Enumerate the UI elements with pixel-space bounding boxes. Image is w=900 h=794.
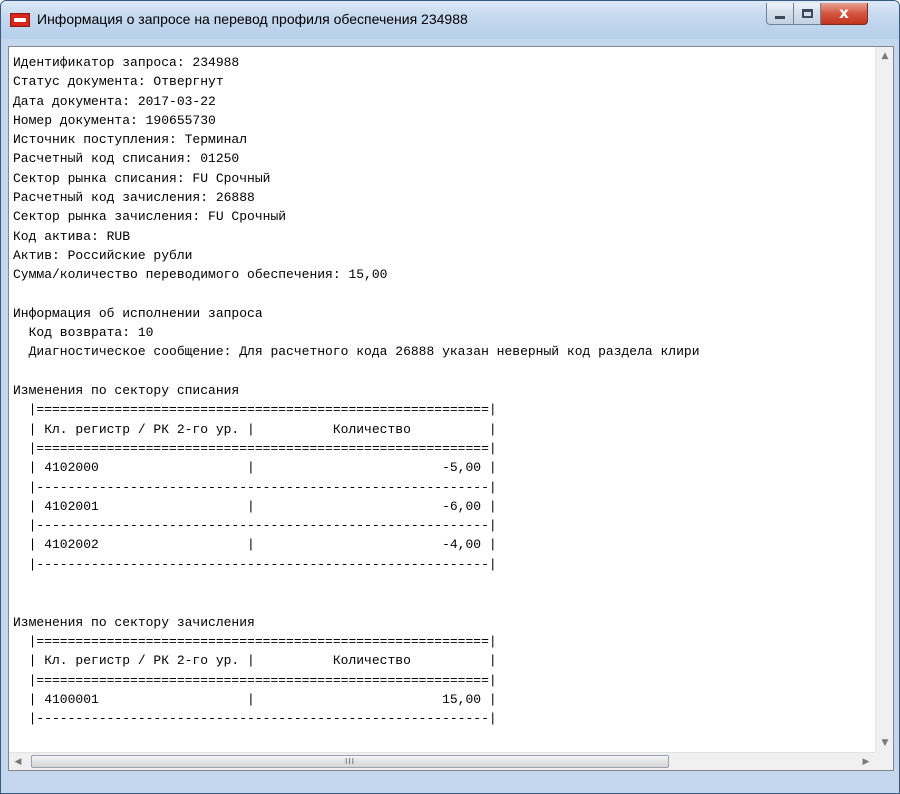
report-line: Расчетный код зачисления: 26888: [13, 190, 255, 206]
maximize-icon: [801, 9, 813, 18]
report-line: | 4102002 | -4,00 |: [13, 537, 497, 553]
report-line: |---------------------------------------…: [13, 518, 497, 534]
report-line: Расчетный код списания: 01250: [13, 151, 240, 167]
report-content: Идентификатор запроса: 234988 Статус док…: [9, 47, 875, 752]
scrollbar-corner: [875, 752, 893, 770]
app-icon[interactable]: [10, 13, 30, 27]
report-line: Сектор рынка зачисления: FU Срочный: [13, 209, 287, 225]
report-line: | 4100001 | 15,00 |: [13, 691, 497, 707]
close-button[interactable]: x: [821, 3, 868, 25]
maximize-button[interactable]: [794, 3, 821, 25]
scroll-right-icon[interactable]: ▶: [857, 753, 875, 771]
report-text-area[interactable]: Идентификатор запроса: 234988 Статус док…: [8, 46, 894, 771]
vertical-scrollbar[interactable]: ▲ ▼: [875, 47, 893, 752]
report-line: |=======================================…: [13, 672, 497, 688]
report-line: | Кл. регистр / РК 2-го ур. | Количество…: [13, 653, 497, 669]
report-line: Изменения по сектору зачисления: [13, 614, 255, 630]
report-line: Идентификатор запроса: 234988: [13, 55, 240, 70]
report-line: Диагностическое сообщение: Для расчетног…: [13, 344, 700, 360]
report-line: Код возврата: 10: [13, 325, 154, 341]
report-line: Номер документа: 190655730: [13, 112, 216, 128]
report-line: Дата документа: 2017-03-22: [13, 93, 216, 109]
report-line: Актив: Российские рубли: [13, 247, 193, 263]
report-line: Код актива: RUB: [13, 228, 131, 244]
report-line: Информация об исполнении запроса: [13, 305, 263, 321]
report-line: Сектор рынка списания: FU Срочный: [13, 170, 271, 186]
horizontal-scroll-thumb[interactable]: III: [31, 755, 669, 768]
scroll-down-icon[interactable]: ▼: [876, 734, 894, 752]
report-line: |=======================================…: [13, 633, 497, 649]
horizontal-scrollbar[interactable]: ◀ III ▶: [9, 752, 875, 770]
report-line: | Кл. регистр / РК 2-го ур. | Количество…: [13, 421, 497, 437]
close-icon: x: [839, 4, 849, 22]
report-line: Источник поступления: Терминал: [13, 132, 248, 148]
report-line: |---------------------------------------…: [13, 556, 497, 572]
report-line: | 4102001 | -6,00 |: [13, 498, 497, 514]
report-line: |=======================================…: [13, 440, 497, 456]
minimize-button[interactable]: [766, 3, 794, 25]
thumb-grip-icon: III: [344, 757, 356, 766]
report-line: Изменения по сектору списания: [13, 383, 240, 399]
report-line: |---------------------------------------…: [13, 479, 497, 495]
report-line: Сумма/количество переводимого обеспечени…: [13, 267, 388, 283]
scroll-up-icon[interactable]: ▲: [876, 47, 894, 65]
report-line: |=======================================…: [13, 402, 497, 418]
window-title: Информация о запросе на перевод профиля …: [37, 11, 468, 27]
minimize-icon: [775, 16, 785, 19]
report-line: Статус документа: Отвергнут: [13, 74, 224, 90]
scroll-left-icon[interactable]: ◀: [9, 753, 27, 771]
dialog-window: Информация о запросе на перевод профиля …: [0, 0, 900, 794]
report-text: Идентификатор запроса: 234988 Статус док…: [13, 53, 700, 728]
title-bar[interactable]: Информация о запросе на перевод профиля …: [1, 1, 899, 39]
report-line: |---------------------------------------…: [13, 711, 497, 727]
report-line: | 4102000 | -5,00 |: [13, 460, 497, 476]
